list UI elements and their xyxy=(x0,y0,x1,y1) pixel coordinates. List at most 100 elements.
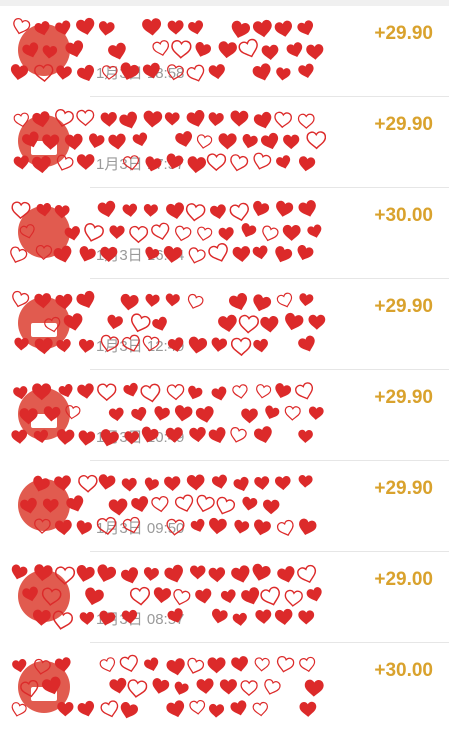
heart-icon xyxy=(276,155,291,169)
heart-icon xyxy=(188,336,208,354)
heart-icon xyxy=(252,701,268,717)
heart-icon xyxy=(262,225,279,242)
transaction-row[interactable]: 1月3日 18:58 +29.90 xyxy=(0,6,449,97)
heart-icon xyxy=(78,338,95,353)
transaction-row[interactable]: 1月3日 08:57 +29.00 xyxy=(0,552,449,643)
heart-icon xyxy=(190,518,205,532)
heart-icon xyxy=(255,609,272,624)
heart-icon xyxy=(166,700,185,718)
heart-icon xyxy=(252,63,271,81)
transaction-row[interactable]: 1月3日 16:54 +30.00 xyxy=(0,188,449,279)
transaction-row[interactable]: 1月3日 10:49 +29.90 xyxy=(0,370,449,461)
heart-icon xyxy=(189,427,206,443)
heart-icon xyxy=(77,64,95,82)
heart-icon xyxy=(242,134,258,149)
heart-icon xyxy=(196,134,213,149)
transaction-row[interactable]: 1月3日 17:57 +29.90 xyxy=(0,97,449,188)
heart-icon xyxy=(208,242,228,262)
transaction-amount: +29.90 xyxy=(374,387,433,408)
transaction-amount: +29.90 xyxy=(374,23,433,44)
payer-name xyxy=(95,202,335,226)
heart-icon xyxy=(100,700,119,718)
heart-icon xyxy=(284,589,303,607)
heart-icon xyxy=(306,44,324,60)
heart-icon xyxy=(108,407,124,422)
transaction-time: 1月3日 09:50 xyxy=(96,520,185,537)
heart-icon xyxy=(78,430,96,446)
heart-icon xyxy=(299,518,317,536)
heart-icon xyxy=(77,700,95,717)
heart-icon xyxy=(77,383,94,399)
heart-icon xyxy=(127,679,148,698)
heart-icon xyxy=(109,225,125,240)
heart-icon xyxy=(254,426,272,444)
heart-icon xyxy=(298,610,315,625)
heart-icon xyxy=(240,680,258,697)
transaction-row[interactable]: +30.00 xyxy=(0,643,449,734)
heart-icon xyxy=(263,499,280,515)
heart-icon xyxy=(220,589,236,604)
heart-icon xyxy=(173,588,191,606)
heart-icon xyxy=(206,153,227,172)
heart-icon xyxy=(230,154,249,172)
heart-icon xyxy=(211,608,228,624)
transaction-row[interactable]: 1月3日 09:50 +29.90 xyxy=(0,461,449,552)
heart-icon xyxy=(131,407,147,422)
heart-icon xyxy=(76,17,95,35)
heart-icon xyxy=(230,427,247,443)
avatar xyxy=(18,661,70,713)
payer-name xyxy=(95,475,335,499)
heart-icon xyxy=(238,314,259,334)
heart-icon xyxy=(298,63,314,78)
heart-icon xyxy=(230,337,252,357)
payer-name xyxy=(95,566,335,590)
heart-icon xyxy=(129,225,149,244)
heart-icon xyxy=(308,406,324,420)
avatar xyxy=(18,24,70,76)
transaction-time: 1月3日 08:57 xyxy=(96,611,185,628)
heart-icon xyxy=(188,247,206,264)
avatar xyxy=(18,479,70,531)
payer-name xyxy=(95,384,335,408)
heart-icon xyxy=(195,406,214,423)
avatar xyxy=(18,570,70,622)
heart-icon xyxy=(284,405,301,421)
heart-icon xyxy=(79,246,96,262)
heart-icon xyxy=(252,245,268,260)
heart-icon xyxy=(234,519,250,534)
heart-icon xyxy=(108,498,128,516)
heart-icon xyxy=(120,702,138,719)
heart-icon xyxy=(186,64,205,82)
heart-icon xyxy=(211,337,228,352)
heart-icon xyxy=(218,133,237,150)
heart-icon xyxy=(209,517,227,535)
heart-icon xyxy=(298,335,315,352)
heart-icon xyxy=(282,224,301,241)
heart-icon xyxy=(79,611,95,625)
heart-icon xyxy=(174,225,192,242)
transaction-amount: +29.00 xyxy=(374,569,433,590)
heart-icon xyxy=(187,156,207,174)
heart-icon xyxy=(254,519,271,536)
heart-icon xyxy=(299,701,317,717)
heart-icon xyxy=(218,227,234,241)
heart-icon xyxy=(275,246,293,263)
avatar xyxy=(18,206,70,258)
transaction-amount: +29.90 xyxy=(374,296,433,317)
heart-icon xyxy=(76,109,95,127)
payer-name xyxy=(95,293,335,317)
payer-name xyxy=(95,20,335,44)
heart-icon xyxy=(189,700,206,715)
heart-icon xyxy=(174,681,189,695)
heart-icon xyxy=(283,134,300,150)
transaction-list[interactable]: 1月3日 18:58 +29.90 1月3日 17:57 +29.90 1月3日… xyxy=(0,6,449,734)
transaction-time: 1月3日 12:49 xyxy=(96,338,185,355)
heart-icon xyxy=(216,496,235,515)
heart-icon xyxy=(297,245,314,261)
heart-icon xyxy=(108,133,126,150)
transaction-time: 1月3日 10:49 xyxy=(96,429,185,446)
transaction-row[interactable]: 1月3日 12:49 +29.90 xyxy=(0,279,449,370)
heart-icon xyxy=(108,42,126,60)
payer-name xyxy=(95,111,335,135)
transaction-amount: +29.90 xyxy=(374,114,433,135)
